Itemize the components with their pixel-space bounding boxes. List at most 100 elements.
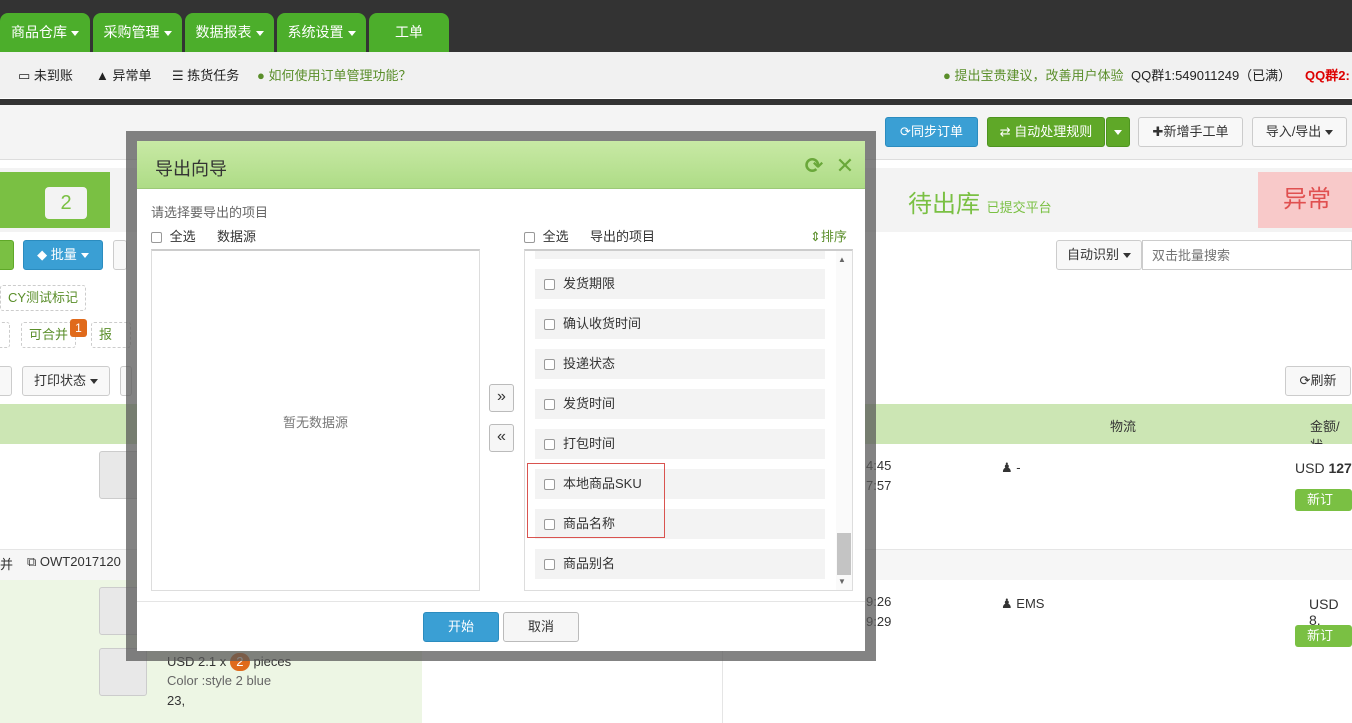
sync-orders-button[interactable]: ⟳同步订单 [885, 117, 978, 147]
add-order-label: 新增手工单 [1163, 124, 1229, 139]
modal-title: 导出向导 [155, 159, 227, 179]
refresh-icon[interactable]: ⟳ [803, 155, 825, 177]
batch-search-input[interactable] [1142, 240, 1352, 270]
tag-cy-test[interactable]: CY测试标记 [0, 285, 87, 311]
step-abnormal[interactable]: 异常 [1258, 172, 1352, 228]
item-checkbox[interactable] [544, 359, 555, 371]
list-item[interactable]: 打包时间 [535, 429, 825, 459]
list-item[interactable]: 发货时间 [535, 389, 825, 419]
logistics-value: ♟ EMS [1001, 596, 1044, 612]
tab-settings[interactable]: 系统设置 [277, 13, 366, 52]
tag-mergeable[interactable]: 可合并 [21, 322, 77, 348]
close-icon[interactable]: ✕ [834, 155, 856, 177]
merge-label: 并 [0, 557, 14, 572]
plus-icon: ✚ [1152, 124, 1164, 139]
tab-workorder[interactable]: 工单 [369, 13, 449, 52]
list-item[interactable]: 确认收货时间 [535, 309, 825, 339]
batch-button[interactable]: ◆ 批量 [23, 240, 103, 270]
export-items-header: 导出的项目 [590, 229, 656, 244]
modal-header: 导出向导 ⟳ ✕ [137, 141, 865, 189]
item-color: Color :style 2 blue [167, 673, 272, 688]
auto-detect-button[interactable]: 自动识别 [1056, 240, 1142, 270]
col-logistics: 物流 [1110, 419, 1137, 434]
repeat-icon: ⇄ [999, 124, 1011, 139]
picking-label: 拣货任务 [187, 68, 240, 83]
item-checkbox[interactable] [544, 439, 555, 451]
unpaid-link[interactable]: ▭ 未到账 [18, 67, 73, 85]
filter-partial-button[interactable] [0, 366, 12, 396]
export-items-list[interactable]: 发货期限 确认收货时间 投递状态 发货时间 打包时间 本地商品SKU 商品名称 … [524, 249, 853, 591]
item-checkbox[interactable] [544, 319, 555, 331]
right-select-all[interactable]: 全选 [524, 226, 569, 245]
cancel-button[interactable]: 取消 [503, 612, 579, 642]
refresh-icon: ⟳ [900, 124, 911, 139]
item-label: 投递状态 [563, 356, 616, 371]
item-checkbox[interactable] [544, 399, 555, 411]
tab-warehouse[interactable]: 商品仓库 [0, 13, 90, 52]
unpaid-label: 未到账 [33, 68, 73, 83]
scroll-down-icon[interactable]: ▼ [838, 577, 846, 586]
new-order-badge[interactable]: 新订 [1295, 489, 1352, 511]
amount-value: USD 8. [1309, 596, 1339, 628]
picking-link[interactable]: ☰ 拣货任务 [172, 67, 239, 85]
tab-reports[interactable]: 数据报表 [185, 13, 274, 52]
item-checkbox[interactable] [544, 279, 555, 291]
list-item[interactable]: 商品别名 [535, 549, 825, 579]
select-all-checkbox[interactable] [151, 232, 162, 244]
left-edge-button[interactable] [0, 240, 14, 270]
item-label: 确认收货时间 [563, 316, 642, 331]
step-current[interactable]: 2 [0, 172, 110, 228]
refresh-button[interactable]: ⟳刷新 [1285, 366, 1351, 396]
list-item[interactable]: 投递状态 [535, 349, 825, 379]
tab-label: 采购管理 [103, 24, 160, 40]
new-order-badge[interactable]: 新订 [1295, 625, 1352, 647]
list-icon: ☰ [172, 68, 184, 83]
import-export-label: 导入/导出 [1265, 124, 1322, 139]
order-number[interactable]: ⧉ OWT2017120 [27, 554, 121, 570]
top-nav: 商品仓库 采购管理 数据报表 系统设置 工单 [0, 0, 1352, 52]
datasource-list[interactable]: 暂无数据源 [151, 249, 480, 591]
auto-rules-dropdown[interactable] [1106, 117, 1130, 147]
step-pending-out[interactable]: 待出库 已提交平台 [908, 184, 1052, 219]
abnormal-link[interactable]: ▲ 异常单 [96, 67, 152, 85]
scrollbar-thumb[interactable] [837, 533, 851, 575]
select-all-checkbox[interactable] [524, 232, 535, 244]
chevron-down-icon [71, 30, 79, 36]
question-icon: ● [943, 68, 951, 83]
move-right-button[interactable]: » [489, 384, 514, 412]
list-item[interactable]: 发货期限 [535, 269, 825, 299]
logistics-text: EMS [1016, 596, 1045, 611]
tab-label: 工单 [395, 24, 423, 40]
add-order-button[interactable]: ✚新增手工单 [1138, 117, 1243, 147]
left-select-all[interactable]: 全选 [151, 226, 196, 245]
filter-button-partial[interactable] [113, 240, 127, 270]
help-link[interactable]: ● 如何使用订单管理功能？ [257, 67, 412, 85]
tag-customs[interactable]: 报关信 [91, 322, 131, 348]
print-status-label: 打印状态 [33, 373, 86, 388]
warning-icon: ▲ [96, 68, 109, 83]
item-extra: 23, [167, 693, 186, 708]
item-label: 打包时间 [563, 436, 616, 451]
export-hint: 请选择要导出的项目 [151, 205, 269, 220]
start-button[interactable]: 开始 [423, 612, 499, 642]
chevron-down-icon [90, 379, 98, 385]
item-label: 商品别名 [563, 556, 616, 571]
scroll-up-icon[interactable]: ▲ [838, 255, 846, 264]
item-checkbox[interactable] [544, 559, 555, 571]
move-left-button[interactable]: « [489, 424, 514, 452]
tab-purchasing[interactable]: 采购管理 [93, 13, 182, 52]
chevron-down-icon [1123, 253, 1131, 259]
amount-number: 127 [1328, 460, 1352, 476]
list-item[interactable] [535, 249, 825, 259]
sort-button[interactable]: ⇕排序 [810, 226, 847, 245]
import-export-button[interactable]: 导入/导出 [1252, 117, 1347, 147]
tag-partial[interactable] [0, 322, 10, 348]
select-all-label: 全选 [169, 229, 196, 244]
item-checkbox[interactable] [544, 249, 555, 250]
suggest-link[interactable]: ● 提出宝贵建议，改善用户体验 [943, 67, 1124, 85]
print-status-button[interactable]: 打印状态 [22, 366, 110, 396]
auto-rules-button[interactable]: ⇄ 自动处理规则 [987, 117, 1105, 147]
amount-currency: USD [1295, 460, 1325, 476]
item-label: 发货期限 [563, 276, 616, 291]
tab-label: 系统设置 [287, 24, 344, 40]
